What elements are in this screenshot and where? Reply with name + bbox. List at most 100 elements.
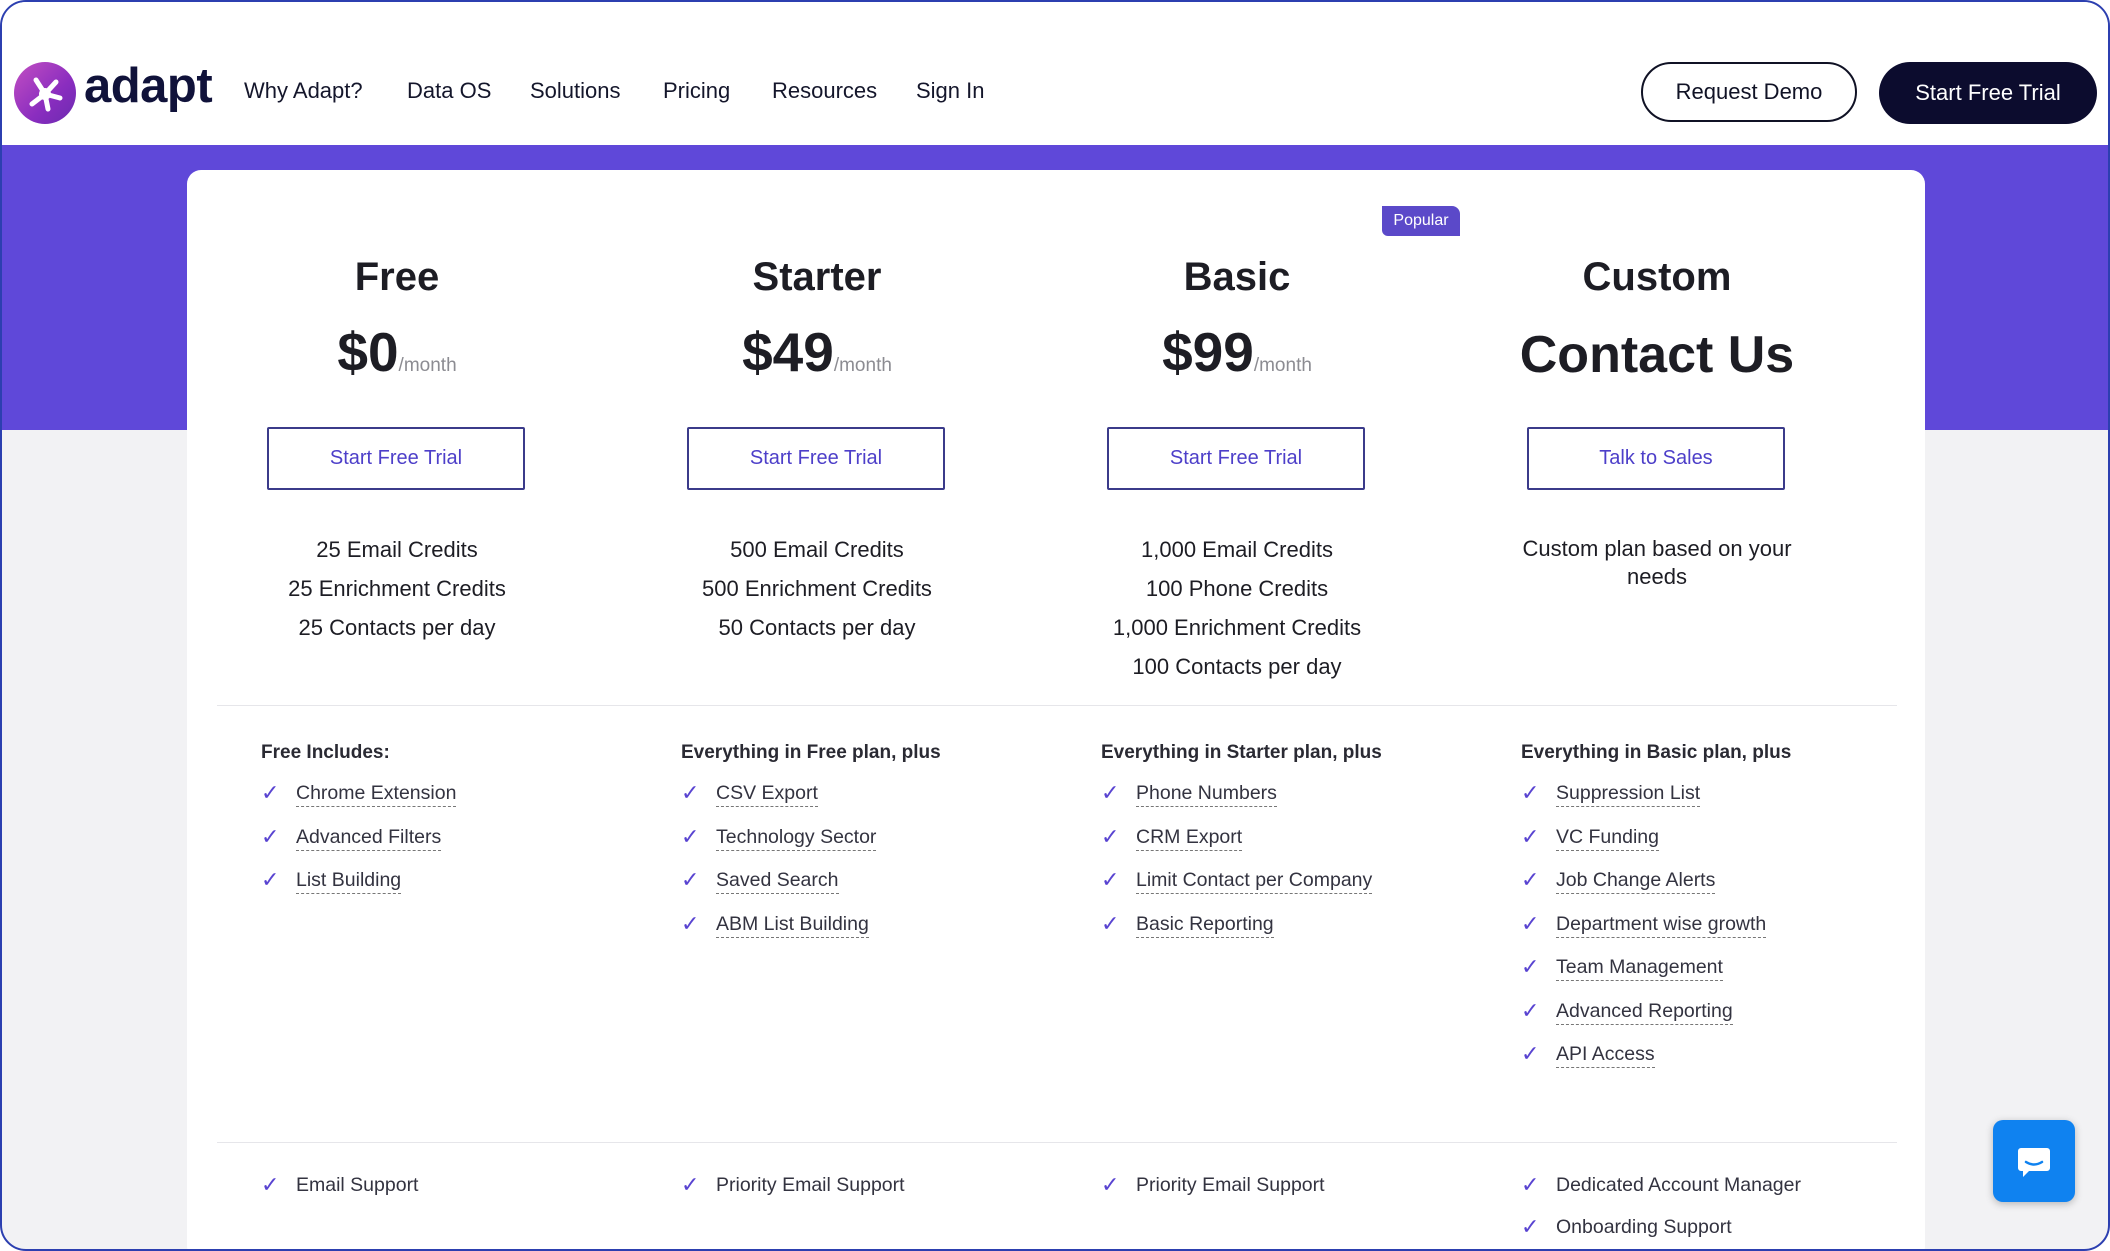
request-demo-button[interactable]: Request Demo (1641, 62, 1857, 122)
price-period: /month (1253, 355, 1312, 376)
feature-item[interactable]: ✓ Job Change Alerts (1521, 869, 1766, 913)
feature-label: Phone Numbers (1136, 782, 1277, 807)
feature-list: ✓ Chrome Extension ✓ Advanced Filters ✓ Lis… (261, 780, 457, 913)
popular-badge: Popular (1382, 206, 1460, 236)
plan-credits: 500 Email Credits 500 Enrichment Credits… (607, 530, 1027, 647)
plan-name: Custom (1582, 255, 1732, 299)
feature-label: Team Management (1556, 956, 1723, 981)
feature-item[interactable]: ✓ ABM List Building (681, 910, 876, 957)
support-label: Priority Email Support (1136, 1174, 1325, 1196)
feature-item[interactable]: ✓ Phone Numbers (1101, 782, 1372, 826)
check-icon: ✓ (1521, 910, 1540, 936)
nav-pricing[interactable]: Pricing (663, 78, 730, 104)
support-label: Dedicated Account Manager (1556, 1174, 1801, 1196)
feature-item[interactable]: ✓ Suppression List (1521, 782, 1766, 826)
support-item: ✓ Priority Email Support (1101, 1174, 1325, 1216)
feature-item[interactable]: ✓ Advanced Reporting (1521, 997, 1766, 1044)
brand-name[interactable]: adapt (84, 58, 213, 114)
support-list: ✓ Priority Email Support (681, 1174, 905, 1216)
credit-line: 25 Contacts per day (298, 615, 496, 640)
support-item: ✓ Onboarding Support (1521, 1216, 1801, 1249)
plan-credits: 1,000 Email Credits 100 Phone Credits 1,… (1027, 530, 1447, 686)
check-icon: ✓ (1521, 997, 1540, 1023)
feature-label: List Building (296, 869, 402, 894)
check-icon: ✓ (1101, 823, 1120, 849)
nav-solutions[interactable]: Solutions (530, 78, 621, 104)
price-amount: $0 (337, 321, 399, 383)
support-label: Onboarding Support (1556, 1216, 1732, 1238)
feature-item[interactable]: ✓ API Access (1521, 1043, 1766, 1087)
feature-list: ✓ Phone Numbers ✓ CRM Export ✓ Limit Contac… (1101, 782, 1373, 957)
plan-name: Free (354, 255, 440, 299)
support-item: ✓ Dedicated Account Manager (1521, 1174, 1801, 1216)
feature-label: CSV Export (716, 782, 818, 807)
credit-line: 100 Phone Credits (1145, 576, 1329, 601)
check-icon: ✓ (1521, 1172, 1540, 1197)
credit-line: 25 Email Credits (316, 537, 478, 562)
start-free-trial-button[interactable]: Start Free Trial (1879, 62, 2097, 124)
plan-price: $0/month (187, 320, 607, 384)
price-period: /month (398, 355, 457, 376)
feature-item[interactable]: ✓ Technology Sector (681, 823, 877, 870)
support-label: Email Support (296, 1174, 419, 1196)
check-icon: ✓ (261, 1172, 280, 1197)
feature-list: ✓ CSV Export ✓ Technology Sector ✓ Saved Se… (681, 782, 877, 957)
check-icon: ✓ (681, 780, 700, 805)
check-icon: ✓ (681, 910, 700, 936)
feature-item[interactable]: ✓ VC Funding (1521, 825, 1766, 870)
support-item: ✓ Email Support (261, 1174, 418, 1216)
check-icon: ✓ (681, 823, 700, 849)
feature-item[interactable]: ✓ Limit Contact per Company (1101, 869, 1373, 913)
support-list: ✓ Priority Email Support (1101, 1174, 1325, 1216)
feature-label: CRM Export (1136, 826, 1243, 851)
plan-name: Starter (752, 255, 882, 299)
talk-to-sales-button[interactable]: Talk to Sales (1527, 427, 1785, 490)
feature-label: Technology Sector (716, 826, 877, 851)
feature-item[interactable]: ✓ Chrome Extension (261, 780, 457, 826)
price-period: /month (833, 355, 892, 376)
feature-label: Chrome Extension (296, 782, 457, 807)
check-icon: ✓ (681, 1172, 700, 1197)
feature-label: Limit Contact per Company (1136, 869, 1373, 894)
feature-label: Suppression List (1556, 782, 1701, 807)
feature-label: VC Funding (1556, 826, 1659, 851)
adapt-logo-icon[interactable] (14, 62, 76, 124)
nav-sign-in[interactable]: Sign In (916, 78, 985, 104)
features-heading: Everything in Basic plan, plus (1521, 742, 1792, 763)
check-icon: ✓ (261, 823, 280, 849)
feature-item[interactable]: ✓ Department wise growth (1521, 910, 1767, 957)
divider (217, 1142, 1897, 1143)
feature-item[interactable]: ✓ Team Management (1521, 956, 1766, 1000)
plan-price: Contact Us (1519, 326, 1795, 384)
pricing-card: Free $0/month Start Free Trial 25 Email … (187, 170, 1925, 1249)
support-list: ✓ Dedicated Account Manager ✓ Onboarding S… (1521, 1174, 1801, 1249)
check-icon: ✓ (261, 780, 280, 805)
feature-label: API Access (1556, 1043, 1655, 1068)
feature-item[interactable]: ✓ CSV Export (681, 782, 876, 826)
plan-price: $49/month (607, 320, 1027, 384)
plan-cta-button[interactable]: Start Free Trial (687, 427, 945, 490)
credit-line: 1,000 Enrichment Credits (1112, 615, 1362, 640)
check-icon: ✓ (681, 867, 700, 892)
nav-resources[interactable]: Resources (772, 78, 877, 104)
feature-item[interactable]: ✓ CRM Export (1101, 823, 1372, 870)
credit-line: 50 Contacts per day (718, 615, 916, 640)
plan-price: $99/month (1027, 320, 1447, 384)
chat-widget-button[interactable] (1993, 1120, 2075, 1202)
check-icon: ✓ (261, 867, 280, 892)
check-icon: ✓ (1521, 867, 1540, 892)
nav-why-adapt[interactable]: Why Adapt? (244, 78, 363, 104)
plan-name: Basic (1183, 255, 1291, 299)
plan-cta-button[interactable]: Start Free Trial (1107, 427, 1365, 490)
feature-item[interactable]: ✓ List Building (261, 869, 456, 913)
features-heading: Everything in Starter plan, plus (1101, 742, 1382, 763)
feature-label: Saved Search (716, 869, 839, 894)
check-icon: ✓ (1101, 910, 1120, 936)
plan-description: Custom plan based on your needs (1522, 536, 1792, 589)
nav-data-os[interactable]: Data OS (407, 78, 491, 104)
plan-cta-button[interactable]: Start Free Trial (267, 427, 525, 490)
feature-item[interactable]: ✓ Advanced Filters (261, 823, 456, 870)
site-header: adapt Why Adapt? Data OS Solutions Prici… (2, 2, 2108, 145)
feature-item[interactable]: ✓ Basic Reporting (1101, 910, 1372, 957)
feature-item[interactable]: ✓ Saved Search (681, 869, 876, 913)
